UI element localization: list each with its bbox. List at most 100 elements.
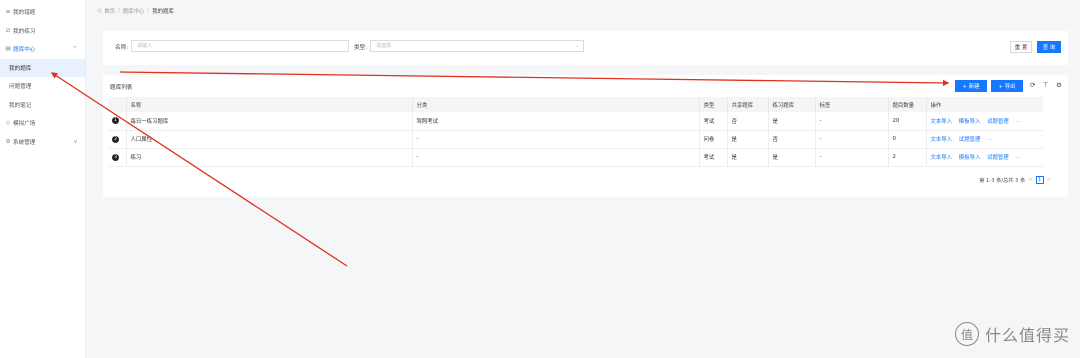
- query-button[interactable]: 查 询: [1037, 41, 1061, 53]
- sidebar-item-bank-center[interactable]: ▤ 题库中心 ^: [0, 40, 85, 59]
- more-icon[interactable]: ···: [987, 137, 992, 143]
- watermark-badge-icon: 值: [954, 322, 979, 346]
- list-title: 题库列表: [110, 85, 133, 91]
- column-header: 类型: [699, 97, 728, 112]
- name-label: 名称:: [115, 45, 129, 51]
- cell-practice: 否: [768, 130, 816, 149]
- density-icon[interactable]: ⊤: [1043, 81, 1049, 89]
- sidebar-item-notes[interactable]: 我的笔记: [0, 96, 85, 115]
- template-import-link[interactable]: 模板导入: [959, 155, 981, 161]
- sidebar-item-label: 我的题库: [9, 65, 32, 72]
- cell-count: 2: [888, 148, 927, 167]
- cell-type: 考试: [699, 112, 728, 131]
- table-row: 2 人口属性 - 问卷 是 否 - 0 文本导入 试题管理 ···: [108, 130, 1043, 149]
- cell-count: 20: [888, 112, 927, 131]
- name-input[interactable]: 请输入: [131, 40, 349, 52]
- sidebar-item-mistakes[interactable]: ≡ 我的错题: [0, 3, 85, 22]
- cell-type: 考试: [699, 148, 728, 167]
- table-header-row: 名称 分类 类型 共享题库 练习题库 标签 题目数量 操作: [108, 97, 1043, 112]
- question-manage-link[interactable]: 试题管理: [987, 155, 1009, 161]
- row-number: 1: [112, 117, 119, 125]
- template-import-link[interactable]: 模板导入: [959, 119, 981, 125]
- cell-shared: 是: [727, 148, 769, 167]
- more-icon[interactable]: ···: [1015, 119, 1020, 125]
- column-header: 题目数量: [888, 97, 927, 112]
- sidebar-item-label: 系统管理: [13, 139, 36, 146]
- next-page-button[interactable]: >: [1047, 177, 1051, 183]
- question-manage-link[interactable]: 试题管理: [959, 137, 981, 143]
- breadcrumb-separator: /: [147, 8, 150, 14]
- chevron-up-icon: ^: [72, 46, 77, 53]
- cell-name: 每日一练习题库: [126, 112, 413, 131]
- column-header: 操作: [926, 97, 1043, 112]
- reset-button[interactable]: 重 置: [1010, 41, 1032, 53]
- column-header: 标签: [815, 97, 889, 112]
- new-button[interactable]: + 新建: [955, 80, 987, 92]
- row-number: 2: [112, 135, 119, 143]
- cell-actions: 文本导入 模板导入 试题管理 ···: [926, 112, 1043, 131]
- column-header: 分类: [412, 97, 700, 112]
- settings-icon[interactable]: ⚙: [1056, 81, 1062, 89]
- sidebar-item-label: 题库中心: [13, 47, 36, 54]
- table-row: 3 练习 - 考试 是 是 - 2 文本导入 模板导入 试题管理 ···: [108, 148, 1043, 167]
- cell-shared: 是: [727, 130, 769, 149]
- gear-icon: ⚙: [5, 138, 11, 145]
- export-button[interactable]: + 导出: [991, 80, 1023, 92]
- sidebar-item-practice[interactable]: ☑ 我的练习: [0, 22, 85, 41]
- row-number: 3: [112, 153, 119, 161]
- cell-shared: 否: [727, 112, 769, 131]
- sidebar-item-mock-plaza[interactable]: ◇ 模拟广场: [0, 114, 85, 133]
- sidebar-item-label: 我的错题: [13, 10, 36, 17]
- search-panel: 名称: 请输入 类型: 请选择 ⌄ 重 置 查 询: [103, 31, 1068, 65]
- refresh-icon[interactable]: ⟳: [1030, 81, 1035, 89]
- list-icon: ≡: [5, 9, 11, 16]
- breadcrumb: ◁ 首页 / 题库中心 / 我的题库: [87, 0, 1080, 22]
- more-icon[interactable]: ···: [1015, 155, 1020, 161]
- sidebar-item-label: 我的练习: [13, 28, 36, 35]
- text-import-link[interactable]: 文本导入: [931, 137, 953, 143]
- cell-tag: -: [815, 112, 889, 131]
- cell-count: 0: [888, 130, 927, 149]
- chevron-down-icon: v: [74, 138, 77, 145]
- sidebar: ≡ 我的错题 ☑ 我的练习 ▤ 题库中心 ^ 我的题库 问题管理 我的笔记 ◇ …: [0, 0, 86, 358]
- checkbox-icon: ☑: [5, 27, 11, 34]
- bank-list-card: 题库列表 + 新建 + 导出 ⟳ ⊤ ⚙ 名称 分类 类型 共享题库 练习题库 …: [103, 75, 1068, 197]
- diamond-icon: ◇: [5, 120, 11, 127]
- sidebar-item-label: 模拟广场: [13, 121, 36, 128]
- prev-page-button[interactable]: <: [1028, 177, 1032, 183]
- cell-tag: -: [815, 148, 889, 167]
- text-import-link[interactable]: 文本导入: [931, 119, 953, 125]
- type-select[interactable]: 请选择 ⌄: [370, 40, 584, 52]
- watermark: 值 什么值得买: [954, 322, 1070, 346]
- sidebar-item-question-mgmt[interactable]: 问题管理: [0, 77, 85, 96]
- question-manage-link[interactable]: 试题管理: [987, 119, 1009, 125]
- back-icon[interactable]: ◁: [97, 8, 101, 14]
- page-number-button[interactable]: 1: [1035, 176, 1044, 184]
- column-header: [108, 97, 127, 112]
- chevron-down-icon: ⌄: [574, 43, 579, 49]
- sidebar-item-system[interactable]: ⚙ 系统管理 v: [0, 133, 85, 152]
- watermark-text: 什么值得买: [984, 326, 1070, 345]
- breadcrumb-current: 我的题库: [152, 9, 174, 15]
- sidebar-item-label: 我的笔记: [9, 102, 32, 109]
- pagination-summary: 第 1-3 条/总共 3 条: [979, 177, 1026, 184]
- table-row: 1 每日一练习题库 驾照考试 考试 否 是 - 20 文本导入 模板导入 试题管…: [108, 112, 1043, 131]
- cell-actions: 文本导入 试题管理 ···: [926, 130, 1043, 149]
- breadcrumb-center[interactable]: 题库中心: [123, 7, 145, 15]
- cell-category: -: [412, 148, 700, 167]
- bank-table: 名称 分类 类型 共享题库 练习题库 标签 题目数量 操作 1 每日一练习题库 …: [108, 97, 1043, 167]
- cell-type: 问卷: [699, 130, 728, 149]
- pagination: 第 1-3 条/总共 3 条 < 1 >: [979, 176, 1054, 184]
- sidebar-item-label: 问题管理: [9, 84, 32, 91]
- cell-name: 人口属性: [126, 130, 413, 149]
- cell-practice: 是: [768, 148, 816, 167]
- breadcrumb-separator: /: [117, 8, 120, 14]
- cell-practice: 是: [768, 112, 816, 131]
- sidebar-item-my-bank[interactable]: 我的题库: [0, 58, 85, 77]
- cell-category: 驾照考试: [412, 112, 700, 131]
- cell-name: 练习: [126, 148, 413, 167]
- breadcrumb-home[interactable]: 首页: [104, 7, 115, 15]
- text-import-link[interactable]: 文本导入: [931, 155, 953, 161]
- cell-category: -: [412, 130, 700, 149]
- cell-actions: 文本导入 模板导入 试题管理 ···: [926, 148, 1043, 167]
